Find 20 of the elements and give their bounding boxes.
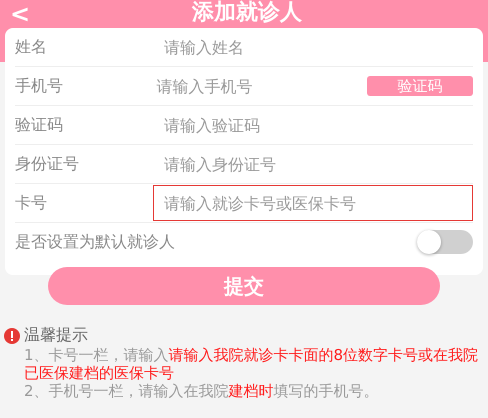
alert-icon — [4, 328, 20, 344]
field-label: 验证码 — [15, 114, 64, 136]
field-label: 身份证号 — [15, 154, 80, 174]
tip-text: 2、手机号一栏，请输入在我院建档时填写的手机号。 — [23, 382, 380, 400]
verification-code-button[interactable]: 验证码 — [367, 76, 473, 96]
default-switch[interactable] — [417, 230, 473, 254]
input-field[interactable]: 请输入身份证号 — [153, 146, 473, 182]
input-field[interactable]: 请输入手机号 — [145, 68, 368, 104]
back-button[interactable]: < — [10, 0, 30, 28]
input-field[interactable]: 请输入验证码 — [153, 107, 473, 143]
field-label: 手机号 — [15, 76, 64, 96]
page-title: 添加就诊人 — [192, 0, 304, 26]
toggle-label: 是否设置为默认就诊人 — [15, 232, 176, 252]
field-label: 卡号 — [15, 192, 48, 214]
input-field[interactable]: 请输入就诊卡号或医保卡号 — [153, 185, 473, 221]
tips-title: 温馨提示 — [24, 325, 88, 346]
input-field[interactable]: 请输入姓名 — [153, 29, 473, 65]
tip-text: 1、卡号一栏，请输入请输入我院就诊卡卡面的8位数字卡号或在我院已医保建档的医保卡号 — [23, 346, 480, 382]
field-label: 姓名 — [15, 36, 48, 58]
submit-button[interactable]: 提交 — [48, 267, 440, 305]
